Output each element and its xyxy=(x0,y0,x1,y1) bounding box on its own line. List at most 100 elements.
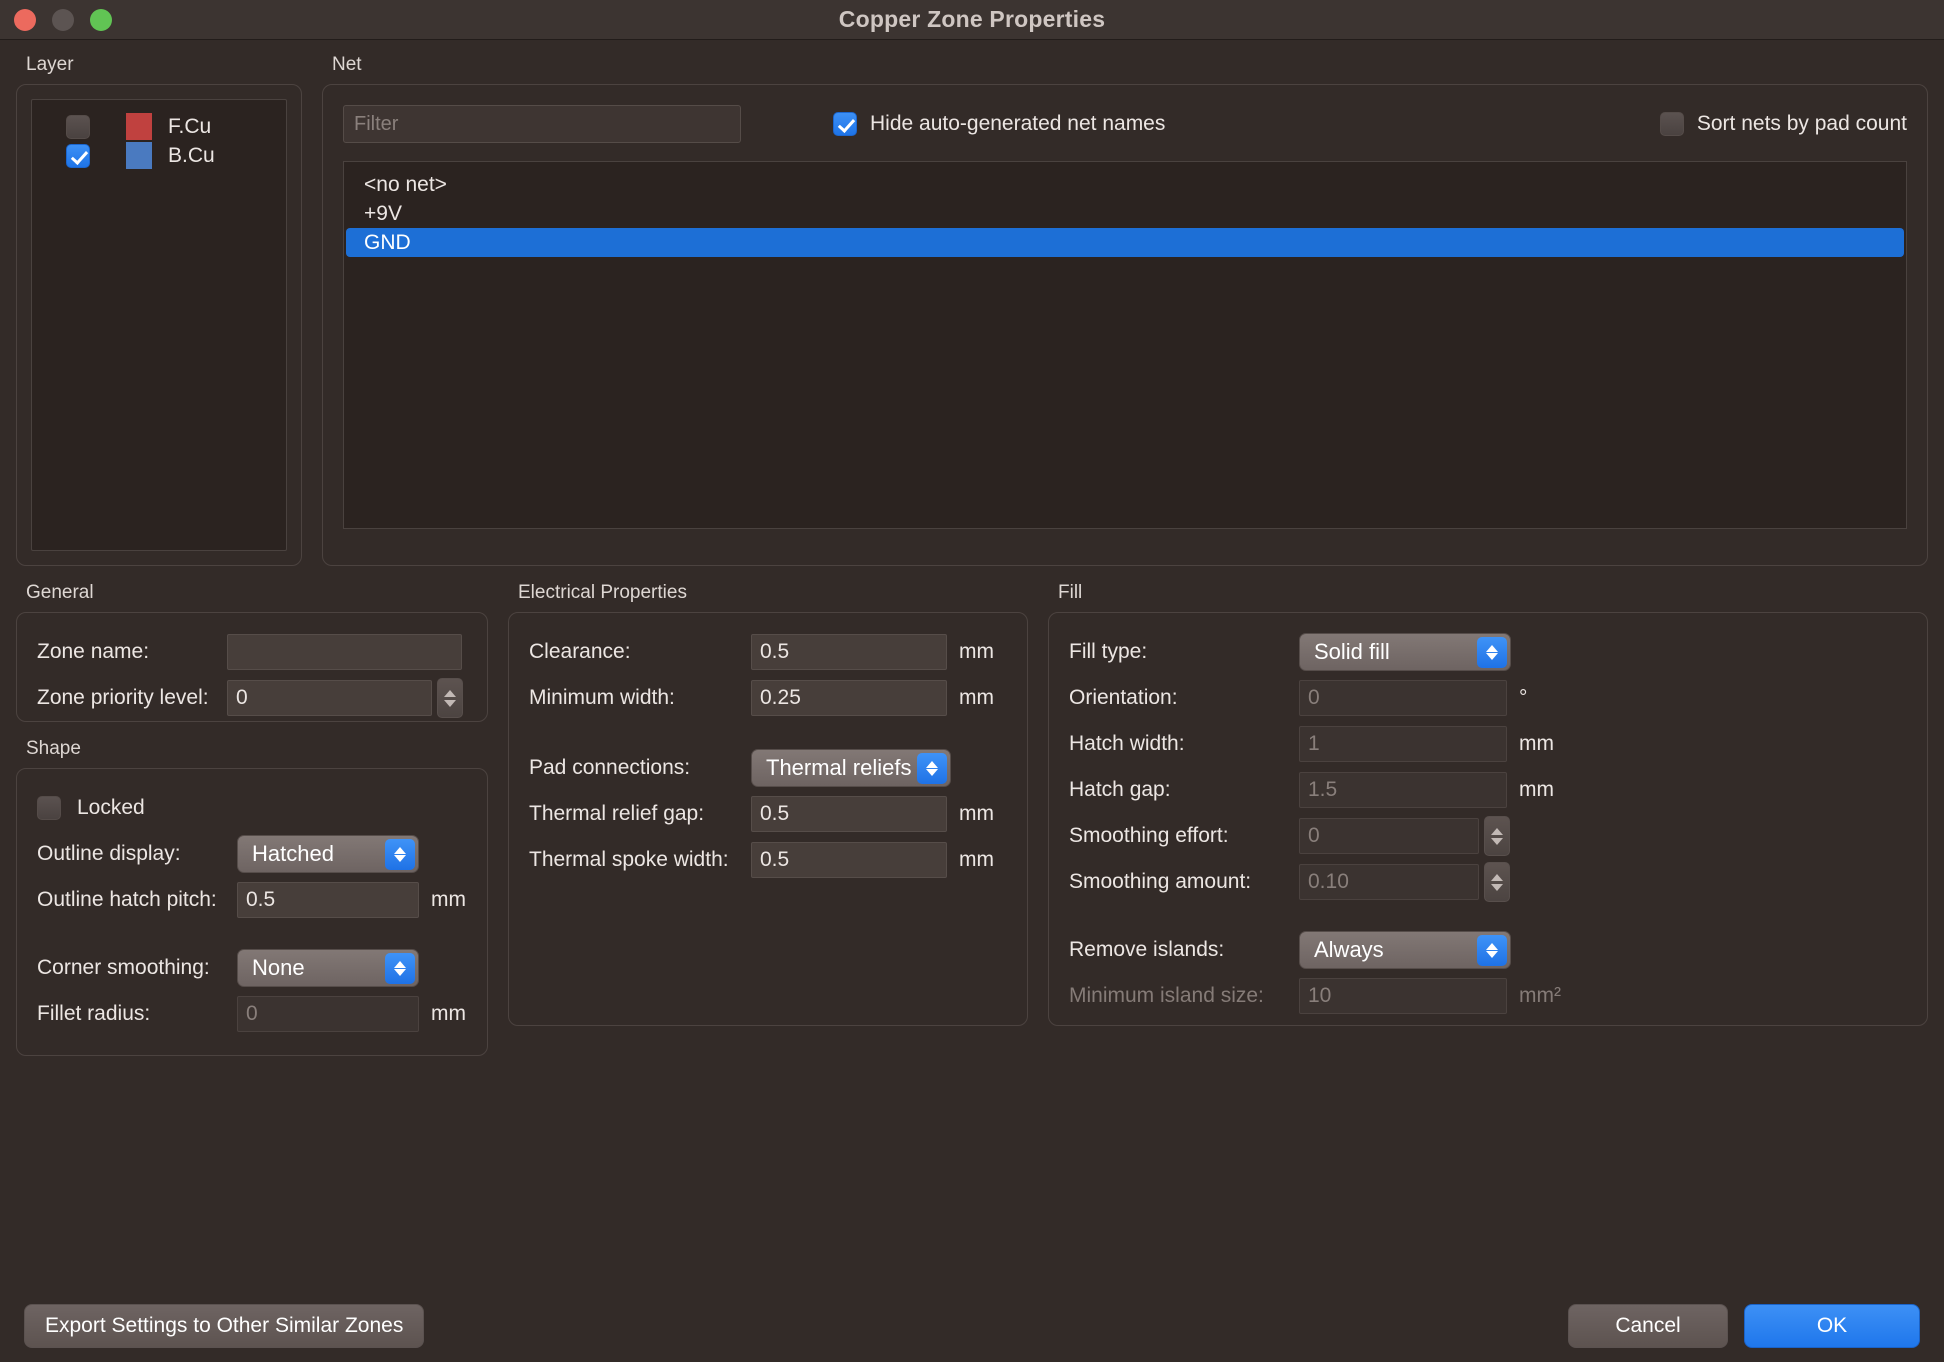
pad-connections-value: Thermal reliefs xyxy=(766,755,912,780)
outline-hatch-pitch-row: Outline hatch pitch: mm xyxy=(37,877,467,923)
net-group-box: Hide auto-generated net names Sort nets … xyxy=(322,84,1928,566)
window-title: Copper Zone Properties xyxy=(838,6,1106,32)
smoothing-effort-stepper[interactable] xyxy=(1484,816,1510,856)
thermal-spoke-width-row: Thermal spoke width: mm xyxy=(529,837,1007,883)
hatch-width-unit: mm xyxy=(1519,732,1554,755)
outline-display-select[interactable]: Hatched xyxy=(237,835,419,873)
close-button[interactable] xyxy=(14,8,36,31)
layer-name-fcu: F.Cu xyxy=(168,114,212,138)
corner-smoothing-label: Corner smoothing: xyxy=(37,956,210,979)
zone-priority-stepper[interactable] xyxy=(437,678,463,718)
fillet-radius-label: Fillet radius: xyxy=(37,1002,151,1025)
chevron-up-icon xyxy=(1491,873,1503,881)
zone-name-row: Zone name: xyxy=(37,629,467,675)
fill-type-select[interactable]: Solid fill xyxy=(1299,633,1511,671)
orientation-input[interactable] xyxy=(1299,680,1507,716)
minimum-island-size-input[interactable] xyxy=(1299,978,1507,1014)
bottom-section: General Zone name: Zone priority level: … xyxy=(0,566,1944,1056)
remove-islands-value: Always xyxy=(1314,937,1384,962)
zoom-button[interactable] xyxy=(90,8,112,31)
traffic-lights xyxy=(14,8,112,31)
hatch-gap-input[interactable] xyxy=(1299,772,1507,808)
layer-color-swatch-bcu xyxy=(126,142,152,169)
thermal-spoke-width-input[interactable] xyxy=(751,842,947,878)
sort-by-pad-count-checkbox[interactable] xyxy=(1659,112,1684,136)
layer-color-swatch-fcu xyxy=(126,113,152,140)
net-filter-input[interactable] xyxy=(343,105,741,143)
minimum-island-size-label: Minimum island size: xyxy=(1069,984,1264,1007)
pad-connections-label: Pad connections: xyxy=(529,756,691,779)
hatch-gap-label: Hatch gap: xyxy=(1069,778,1171,801)
title-bar: Copper Zone Properties xyxy=(0,0,1944,40)
export-settings-button[interactable]: Export Settings to Other Similar Zones xyxy=(24,1304,425,1348)
fill-group-box: Fill type: Solid fill Orientation: ° Hat… xyxy=(1048,612,1928,1026)
orientation-row: Orientation: ° xyxy=(1069,675,1907,721)
layer-checkbox-bcu[interactable] xyxy=(66,143,90,168)
select-stepper-icon xyxy=(917,753,947,784)
net-toolbar: Hide auto-generated net names Sort nets … xyxy=(343,101,1907,147)
pad-connections-row: Pad connections: Thermal reliefs xyxy=(529,745,1007,791)
chevron-down-icon xyxy=(444,699,456,707)
thermal-relief-gap-unit: mm xyxy=(959,802,994,825)
shape-group-label: Shape xyxy=(26,738,81,759)
pad-connections-select[interactable]: Thermal reliefs xyxy=(751,749,951,787)
thermal-relief-gap-input[interactable] xyxy=(751,796,947,832)
select-stepper-icon xyxy=(385,953,415,984)
net-list[interactable]: <no net> +9V GND xyxy=(343,161,1907,529)
smoothing-amount-label: Smoothing amount: xyxy=(1069,870,1252,893)
minimize-button[interactable] xyxy=(52,8,74,31)
smoothing-effort-input[interactable] xyxy=(1299,818,1479,854)
net-list-item[interactable]: <no net> xyxy=(346,170,1904,199)
zone-priority-row: Zone priority level: xyxy=(37,675,467,721)
thermal-spoke-width-label: Thermal spoke width: xyxy=(529,848,729,871)
smoothing-amount-input[interactable] xyxy=(1299,864,1479,900)
locked-row[interactable]: Locked xyxy=(37,785,467,831)
hide-autogen-row[interactable]: Hide auto-generated net names xyxy=(833,112,1165,136)
layer-list[interactable]: F.Cu B.Cu xyxy=(31,99,287,551)
outline-display-label: Outline display: xyxy=(37,842,181,865)
electrical-column: Electrical Properties Clearance: mm Mini… xyxy=(508,582,1028,1056)
select-stepper-icon xyxy=(1477,935,1507,966)
minimum-width-input[interactable] xyxy=(751,680,947,716)
outline-hatch-pitch-label: Outline hatch pitch: xyxy=(37,888,217,911)
layer-row-fcu[interactable]: F.Cu xyxy=(32,112,286,141)
net-column: Net Hide auto-generated net names Sort n… xyxy=(322,54,1928,566)
hatch-width-input[interactable] xyxy=(1299,726,1507,762)
orientation-label: Orientation: xyxy=(1069,686,1178,709)
select-stepper-icon xyxy=(385,839,415,870)
layer-column: Layer F.Cu B.Cu xyxy=(16,54,302,566)
cancel-button[interactable]: Cancel xyxy=(1568,1304,1728,1348)
locked-checkbox[interactable] xyxy=(37,796,61,820)
sort-by-pad-count-row[interactable]: Sort nets by pad count xyxy=(1659,112,1907,136)
fill-type-label: Fill type: xyxy=(1069,640,1148,663)
outline-hatch-pitch-input[interactable] xyxy=(237,882,419,918)
fillet-radius-input[interactable] xyxy=(237,996,419,1032)
corner-smoothing-select[interactable]: None xyxy=(237,949,419,987)
layer-row-bcu[interactable]: B.Cu xyxy=(32,141,286,170)
remove-islands-select[interactable]: Always xyxy=(1299,931,1511,969)
smoothing-effort-label: Smoothing effort: xyxy=(1069,824,1229,847)
smoothing-amount-row: Smoothing amount: xyxy=(1069,859,1907,905)
corner-smoothing-value: None xyxy=(252,955,305,980)
thermal-relief-gap-row: Thermal relief gap: mm xyxy=(529,791,1007,837)
hatch-gap-unit: mm xyxy=(1519,778,1554,801)
smoothing-amount-stepper[interactable] xyxy=(1484,862,1510,902)
zone-priority-input[interactable] xyxy=(227,680,432,716)
hatch-gap-row: Hatch gap: mm xyxy=(1069,767,1907,813)
outline-hatch-pitch-unit: mm xyxy=(431,888,466,911)
chevron-down-icon xyxy=(1491,883,1503,891)
zone-name-input[interactable] xyxy=(227,634,462,670)
outline-display-row: Outline display: Hatched xyxy=(37,831,467,877)
net-list-item[interactable]: +9V xyxy=(346,199,1904,228)
remove-islands-row: Remove islands: Always xyxy=(1069,927,1907,973)
net-list-item-selected[interactable]: GND xyxy=(346,228,1904,257)
general-group-label: General xyxy=(26,582,94,603)
minimum-island-size-row: Minimum island size: mm² xyxy=(1069,973,1907,1019)
clearance-input[interactable] xyxy=(751,634,947,670)
layer-name-bcu: B.Cu xyxy=(168,143,215,167)
layer-checkbox-fcu[interactable] xyxy=(66,114,90,139)
hide-autogen-checkbox[interactable] xyxy=(833,112,857,136)
fill-type-row: Fill type: Solid fill xyxy=(1069,629,1907,675)
ok-button[interactable]: OK xyxy=(1744,1304,1920,1348)
corner-smoothing-row: Corner smoothing: None xyxy=(37,945,467,991)
